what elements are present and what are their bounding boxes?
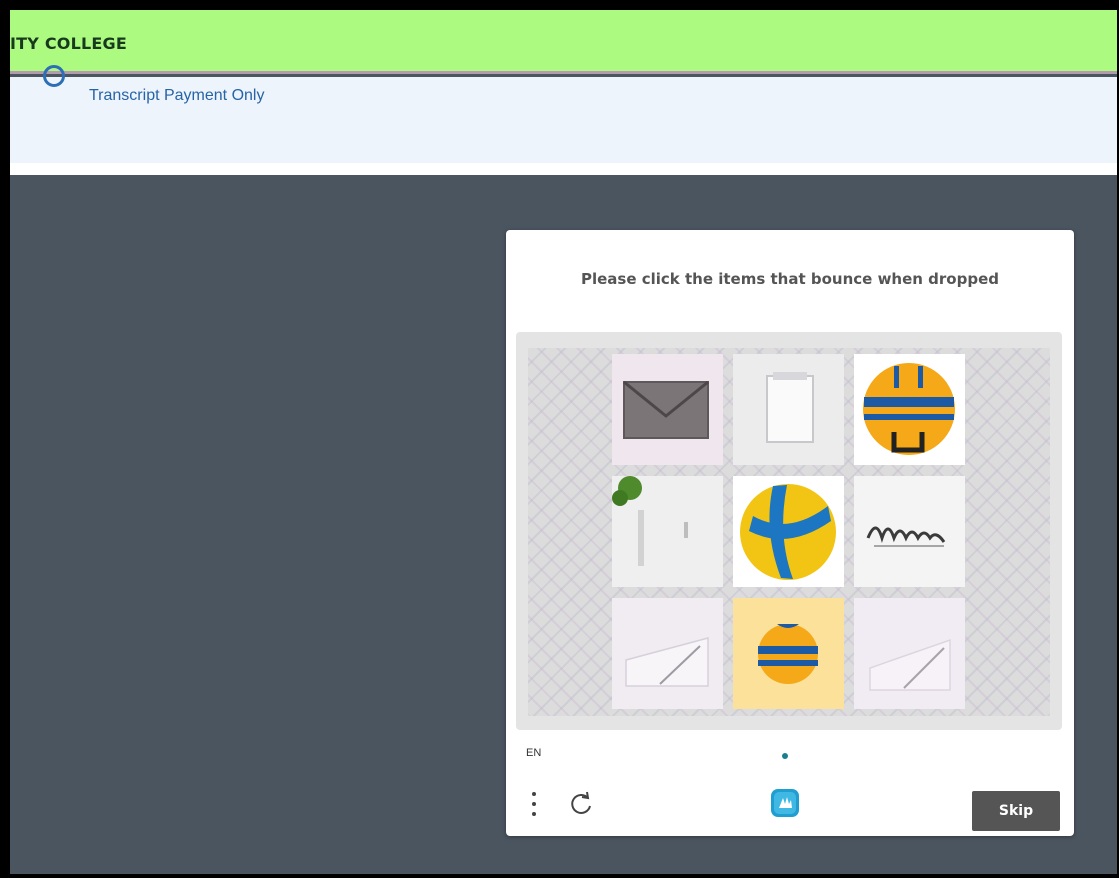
browser-viewport: ITY COLLEGE Transcript Payment Only Plea… [10,10,1117,874]
more-options-icon[interactable] [528,790,540,820]
captcha-image-grid [528,348,1050,716]
hcaptcha-logo-icon [771,789,799,817]
envelope-image [612,354,723,465]
captcha-tile-4[interactable] [612,476,723,587]
captcha-board-frame [516,332,1062,730]
envelope-open-image [612,598,723,709]
captcha-tile-1[interactable] [612,354,723,465]
captcha-tile-3[interactable] [854,354,965,465]
captcha-tile-5[interactable] [733,476,844,587]
progress-dot [782,753,788,759]
site-title: ITY COLLEGE [10,34,127,53]
captcha-tile-8[interactable] [733,598,844,709]
step-circle-icon [43,65,65,87]
captcha-tile-2[interactable] [733,354,844,465]
captcha-tile-7[interactable] [612,598,723,709]
captcha-dialog: Please click the items that bounce when … [506,230,1074,836]
notepad-image [733,354,844,465]
captcha-tile-6[interactable] [854,476,965,587]
language-selector[interactable]: EN [526,747,541,759]
site-header: ITY COLLEGE [10,10,1117,74]
captcha-tile-9[interactable] [854,598,965,709]
captcha-prompt: Please click the items that bounce when … [580,270,999,288]
signature-image [854,476,965,587]
envelope-pattern-image [854,598,965,709]
page-subheader: Transcript Payment Only [10,65,1117,163]
divider [10,163,1117,175]
refresh-icon[interactable] [568,791,594,817]
skip-button[interactable]: Skip [972,791,1060,831]
plant-stationery-image [612,476,723,587]
volleyball-image [733,476,844,587]
subheader-label: Transcript Payment Only [89,87,265,104]
ball-image [854,354,965,465]
small-ball-image [733,598,844,709]
